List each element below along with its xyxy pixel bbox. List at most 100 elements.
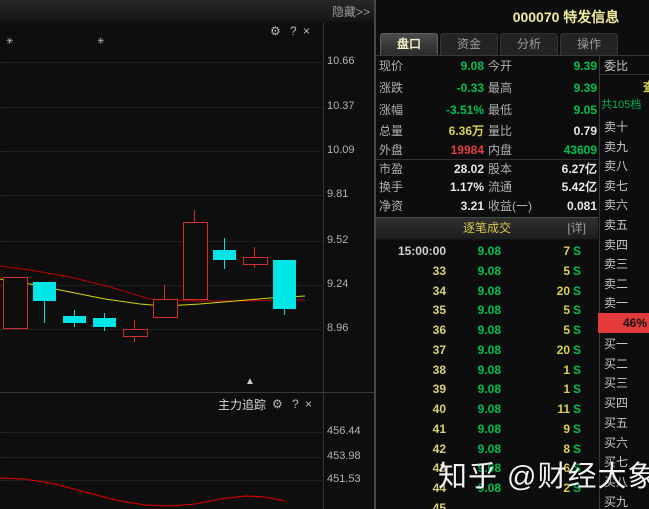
quote-label: 总量	[379, 122, 403, 141]
tick-time: 38	[386, 360, 446, 380]
depth-sell-level[interactable]: 卖四	[604, 236, 628, 254]
tick-side: S	[573, 300, 587, 320]
tick-row: 349.0820S	[376, 281, 598, 301]
quote-label: 今开	[488, 57, 512, 76]
quote-row: 现价9.08今开9.39	[376, 57, 598, 76]
depth-sell-level[interactable]: 卖十	[604, 118, 628, 136]
candlestick	[213, 250, 236, 259]
tick-price: 9.08	[466, 379, 501, 399]
tick-row: 399.081S	[376, 379, 598, 399]
clipped-button-label[interactable]: 查	[643, 78, 649, 94]
tick-price: 9.08	[466, 399, 501, 419]
tick-time: 34	[386, 281, 446, 301]
quote-row: 净资3.21收益(一)0.081	[376, 197, 598, 216]
depth-buy-level[interactable]: 买三	[604, 374, 628, 392]
ma-lines-layer	[0, 22, 374, 392]
quote-value: 1.17%	[427, 178, 484, 197]
depth-sell-level[interactable]: 卖九	[604, 138, 628, 156]
tick-side: S	[573, 399, 587, 419]
tick-price: 9.08	[466, 419, 501, 439]
quote-row: 市盈28.02股本6.27亿	[376, 159, 598, 179]
hide-panel-button[interactable]: 隐藏>>	[332, 3, 370, 20]
tick-time: 37	[386, 340, 446, 360]
tick-volume: 7	[526, 241, 570, 261]
tick-time: 43	[386, 458, 446, 478]
tick-row: 45	[376, 498, 598, 509]
depth-buy-level[interactable]: 买五	[604, 414, 628, 432]
tick-row: 15:00:00 9.08 7S	[376, 241, 598, 261]
depth-sell-level[interactable]: 卖一	[604, 294, 628, 312]
tick-volume: 9	[526, 419, 570, 439]
tick-time: 45	[386, 498, 446, 509]
quote-value: 6.36万	[427, 122, 484, 141]
depth-sell-level[interactable]: 卖三	[604, 255, 628, 273]
tick-side: S	[573, 241, 587, 261]
candlestick	[123, 329, 148, 337]
depth-sell-level[interactable]: 卖五	[604, 216, 628, 234]
tab-item-4[interactable]: 操作	[560, 33, 618, 55]
tick-list-header: 逐笔成交 [详]	[376, 217, 598, 240]
quote-label: 现价	[379, 57, 403, 76]
tick-time: 35	[386, 300, 446, 320]
tick-row: 359.085S	[376, 300, 598, 320]
depth-buy-level[interactable]: 买二	[604, 355, 628, 373]
quote-value: 43609	[538, 141, 597, 160]
tick-row: 409.0811S	[376, 399, 598, 419]
stock-terminal-window: 隐藏>> ⚙ ? × ✳ ✳ 10.6610.3710.099.819.529.…	[0, 0, 649, 509]
collapse-triangle-icon[interactable]: ▲	[245, 377, 255, 387]
quote-value: 3.21	[427, 197, 484, 216]
quote-label: 市盈	[379, 160, 403, 179]
weibi-label: 委比	[604, 57, 628, 73]
quote-label: 量比	[488, 122, 512, 141]
tab-item-3[interactable]: 分析	[500, 33, 558, 55]
kline-chart-panel: ⚙ ? × ✳ ✳ 10.6610.3710.099.819.529.248.9…	[0, 22, 374, 392]
quote-row: 涨跌-0.33最高9.39	[376, 79, 598, 98]
quote-label: 流通	[488, 178, 512, 197]
depth-sell-level[interactable]: 卖七	[604, 177, 628, 195]
tick-time: 36	[386, 320, 446, 340]
tick-price: 9.08	[466, 300, 501, 320]
depth-sell-level[interactable]: 卖八	[604, 157, 628, 175]
quote-label: 外盘	[379, 141, 403, 160]
tick-detail-link[interactable]: [详]	[567, 218, 586, 239]
quote-panel: 000070 特发信息 盘口资金分析操作 现价9.08今开9.39涨跌-0.33…	[376, 0, 649, 509]
tick-side: S	[573, 379, 587, 399]
tick-price: 9.08	[466, 360, 501, 380]
depth-total-label: 共105档	[601, 97, 641, 113]
tracker-curve	[0, 478, 285, 506]
depth-buy-level[interactable]: 买一	[604, 335, 628, 353]
left-top-bar: 隐藏>>	[0, 0, 374, 23]
depth-buy-level[interactable]: 买六	[604, 434, 628, 452]
quote-row: 外盘19984内盘43609	[376, 141, 598, 160]
quote-value: 6.27亿	[538, 160, 597, 179]
tick-time: 33	[386, 261, 446, 281]
depth-sell-level[interactable]: 卖二	[604, 275, 628, 293]
quote-row: 总量 6.36万量比 0.79	[376, 122, 598, 141]
quote-value: 5.42亿	[538, 178, 597, 197]
depth-buy-level[interactable]: 买九	[604, 493, 628, 509]
tab-item-1[interactable]: 盘口	[380, 33, 438, 55]
depth-sell-level[interactable]: 卖六	[604, 196, 628, 214]
quote-value: 0.79	[538, 122, 597, 141]
depth-buy-level[interactable]: 买四	[604, 394, 628, 412]
candlestick	[243, 257, 268, 265]
candlestick	[33, 282, 56, 301]
quote-value: 9.39	[538, 79, 597, 98]
quote-value: 0.081	[538, 197, 597, 216]
order-book-column: 委比 查 共105档 46% 卖十卖九卖八卖七卖六卖五卖四卖三卖二卖一买一买二买…	[599, 55, 649, 509]
tab-item-2[interactable]: 资金	[440, 33, 498, 55]
tick-price: 9.08	[466, 241, 501, 261]
tick-time: 42	[386, 439, 446, 459]
tick-price: 9.08	[466, 261, 501, 281]
quote-label: 内盘	[488, 141, 512, 160]
quote-label: 收益(一)	[488, 197, 532, 216]
tick-list-title: 逐笔成交	[463, 221, 511, 235]
tick-volume: 5	[526, 320, 570, 340]
tick-time: 15:00:00	[386, 241, 446, 261]
quote-label: 涨跌	[379, 79, 403, 98]
divider	[600, 74, 649, 75]
quote-value: 9.39	[538, 57, 597, 76]
tick-time: 41	[386, 419, 446, 439]
candlestick	[273, 260, 296, 309]
watermark: 知乎 @财经大象	[438, 453, 649, 495]
